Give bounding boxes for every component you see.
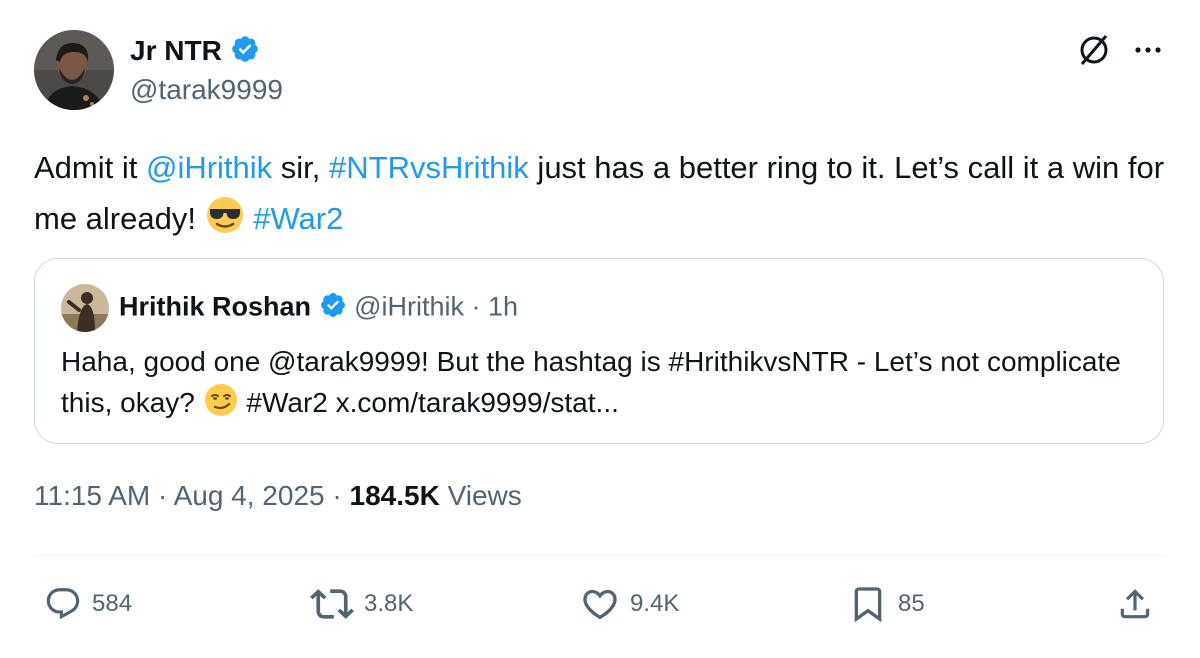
author-handle[interactable]: @tarak9999: [130, 74, 283, 106]
quoted-author-name[interactable]: Hrithik Roshan: [119, 292, 311, 322]
bookmark-icon: [854, 587, 882, 623]
separator: ·: [332, 480, 342, 511]
author-avatar[interactable]: [34, 30, 114, 110]
smirking-emoji-icon: [203, 382, 239, 429]
grok-button[interactable]: [1074, 30, 1114, 70]
repost-button[interactable]: 3.8K: [310, 584, 413, 624]
more-dots-icon: [1135, 47, 1161, 53]
author-name-row[interactable]: Jr NTR: [130, 34, 260, 71]
heart-icon: [583, 589, 617, 620]
bookmark-button[interactable]: 85: [848, 584, 925, 624]
reply-count: 584: [92, 590, 133, 617]
separator: ·: [158, 480, 168, 511]
like-button[interactable]: 9.4K: [580, 584, 679, 624]
views-label: Views: [447, 480, 522, 511]
quoted-author-avatar[interactable]: [61, 284, 109, 332]
tweet-text-segment: Admit it: [34, 150, 146, 185]
tweet-meta: 11:15 AM · Aug 4, 2025 · 184.5K Views: [34, 480, 522, 512]
divider: [34, 555, 1165, 556]
tweet-date[interactable]: Aug 4, 2025: [174, 480, 325, 511]
more-options-button[interactable]: [1128, 30, 1168, 70]
reply-button[interactable]: 584: [44, 584, 132, 624]
grok-icon: [1080, 35, 1108, 65]
tweet-time[interactable]: 11:15 AM: [34, 480, 150, 511]
quoted-tweet-text: Haha, good one @tarak9999! But the hasht…: [61, 341, 1141, 429]
sunglasses-emoji-icon: [205, 195, 245, 250]
share-icon: [1120, 589, 1150, 619]
quoted-text-segment: #War2 x.com/tarak9999/stat...: [246, 387, 619, 418]
repost-icon: [310, 589, 354, 619]
author-name[interactable]: Jr NTR: [130, 35, 222, 66]
bookmark-count: 85: [898, 590, 925, 617]
share-button[interactable]: [1116, 584, 1154, 624]
views-count: 184.5K: [349, 480, 440, 511]
reply-icon: [46, 588, 80, 620]
tweet-text-segment: sir,: [272, 150, 330, 185]
quoted-timestamp[interactable]: 1h: [488, 292, 518, 322]
quoted-header: Hrithik Roshan @iHrithik · 1h: [119, 291, 518, 326]
verified-badge-icon[interactable]: [230, 34, 260, 71]
quoted-author-handle[interactable]: @iHrithik: [354, 292, 464, 322]
tweet-text: Admit it @iHrithik sir, #NTRvsHrithik ju…: [34, 142, 1174, 250]
hashtag-link[interactable]: #NTRvsHrithik: [329, 150, 529, 185]
repost-count: 3.8K: [364, 590, 414, 617]
mention-link[interactable]: @iHrithik: [146, 150, 272, 185]
hashtag-link[interactable]: #War2: [253, 201, 343, 236]
quoted-tweet-card[interactable]: Hrithik Roshan @iHrithik · 1h Haha, good…: [34, 258, 1164, 444]
separator: ·: [471, 291, 481, 322]
verified-badge-icon[interactable]: [319, 291, 347, 326]
like-count: 9.4K: [630, 590, 680, 617]
